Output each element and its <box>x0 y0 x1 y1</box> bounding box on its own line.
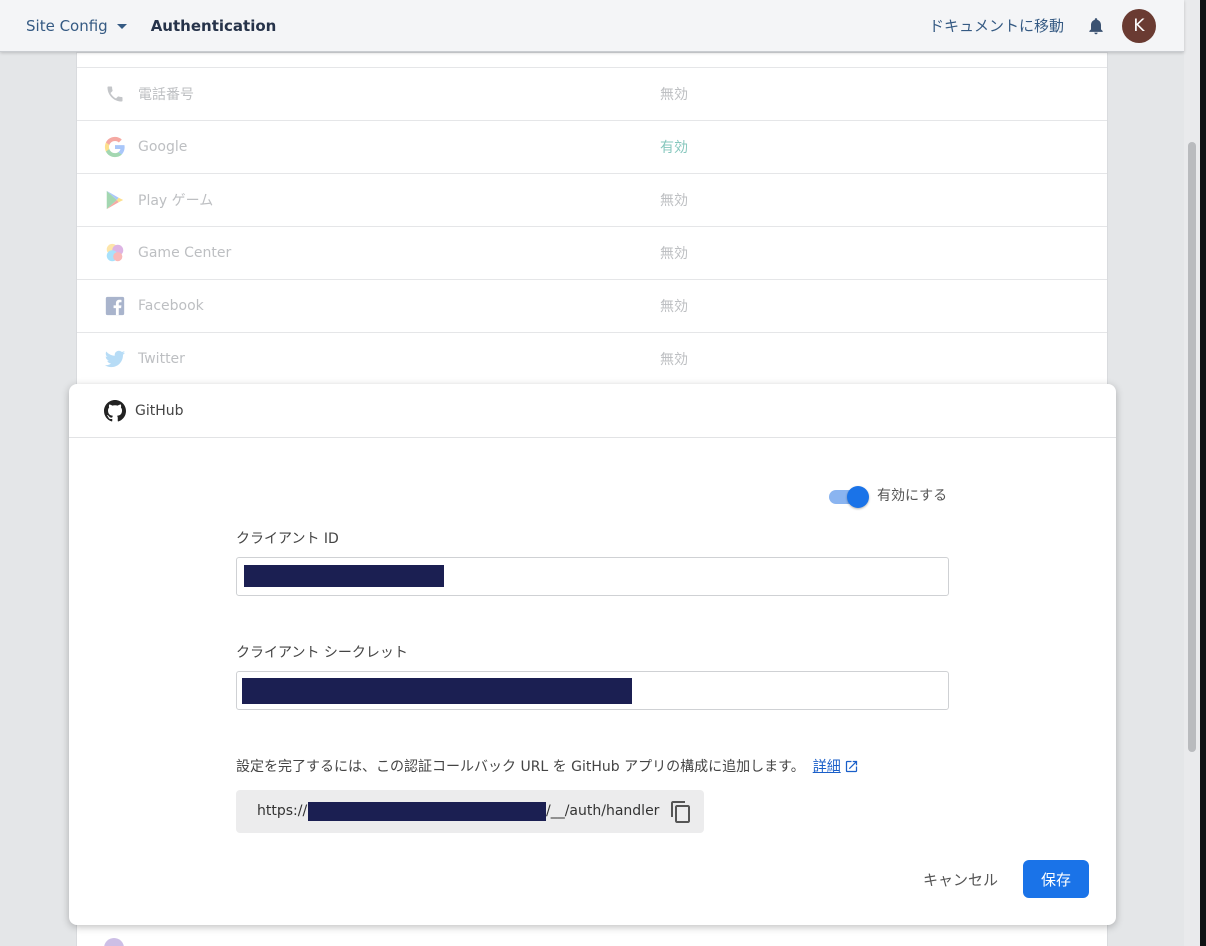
client-secret-label: クライアント シークレット <box>236 645 408 661</box>
client-id-label: クライアント ID <box>236 531 339 547</box>
provider-name: Twitter <box>138 351 185 367</box>
provider-row-facebook[interactable]: Facebook 無効 <box>77 279 1107 332</box>
game-center-icon <box>104 242 126 264</box>
project-selector[interactable]: Site Config <box>26 17 127 35</box>
callback-info: 設定を完了するには、この認証コールバック URL を GitHub アプリの構成… <box>236 756 859 776</box>
top-bar: Site Config Authentication ドキュメントに移動 K <box>0 0 1184 52</box>
provider-status: 無効 <box>660 246 688 262</box>
adjacent-window-edge <box>1200 0 1206 946</box>
callback-url-field: https:// /__/auth/handler <box>236 790 704 833</box>
provider-row-play-games[interactable]: Play ゲーム 無効 <box>77 173 1107 226</box>
provider-status: 無効 <box>660 87 688 103</box>
external-link-icon <box>845 760 857 772</box>
github-icon <box>104 399 126 421</box>
play-games-icon <box>104 189 126 211</box>
provider-name: Facebook <box>138 298 204 314</box>
details-link-label: 詳細 <box>812 759 841 775</box>
client-secret-field[interactable] <box>236 671 949 710</box>
provider-row-game-center[interactable]: Game Center 無効 <box>77 226 1107 279</box>
dialog-header: GitHub <box>69 384 1116 438</box>
enable-label: 有効にする <box>877 488 948 504</box>
provider-status: 無効 <box>660 193 688 209</box>
scrollbar-thumb[interactable] <box>1188 142 1196 752</box>
project-label: Site Config <box>26 16 108 35</box>
provider-status: 無効 <box>660 352 688 368</box>
callback-url-prefix: https:// <box>257 803 308 819</box>
provider-row-phone[interactable]: 電話番号 無効 <box>77 67 1107 120</box>
redacted-value <box>244 565 444 587</box>
phone-icon <box>104 83 126 105</box>
copy-icon[interactable] <box>669 800 693 824</box>
provider-status: 有効 <box>660 140 688 156</box>
toggle-knob <box>847 486 869 508</box>
enable-toggle[interactable] <box>829 486 869 508</box>
redacted-value <box>242 678 632 704</box>
google-icon <box>104 136 126 158</box>
provider-name: Play ゲーム <box>138 193 214 209</box>
avatar[interactable]: K <box>1122 8 1156 43</box>
provider-row-google[interactable]: Google 有効 <box>77 120 1107 173</box>
github-provider-dialog: GitHub 有効にする クライアント ID クライアント シークレット 設定を… <box>69 384 1116 925</box>
provider-row-twitter[interactable]: Twitter 無効 <box>77 332 1107 385</box>
client-id-field[interactable] <box>236 557 949 596</box>
redacted-value <box>308 802 546 821</box>
provider-name: Game Center <box>138 245 232 261</box>
provider-name: Google <box>138 139 188 155</box>
bell-icon[interactable] <box>1086 16 1106 36</box>
cancel-button[interactable]: キャンセル <box>915 860 1006 898</box>
dialog-title: GitHub <box>135 402 184 419</box>
facebook-icon <box>104 295 126 317</box>
page-title: Authentication <box>150 16 277 35</box>
provider-name: 電話番号 <box>138 87 194 103</box>
save-button[interactable]: 保存 <box>1023 860 1089 898</box>
details-link[interactable]: 詳細 <box>813 756 859 776</box>
twitter-icon <box>104 348 126 370</box>
chevron-down-icon <box>116 24 127 29</box>
callback-info-text: 設定を完了するには、この認証コールバック URL を GitHub アプリの構成… <box>236 759 805 775</box>
callback-url-suffix: /__/auth/handler <box>546 803 660 819</box>
provider-status: 無効 <box>660 299 688 315</box>
docs-link[interactable]: ドキュメントに移動 <box>929 15 1064 36</box>
